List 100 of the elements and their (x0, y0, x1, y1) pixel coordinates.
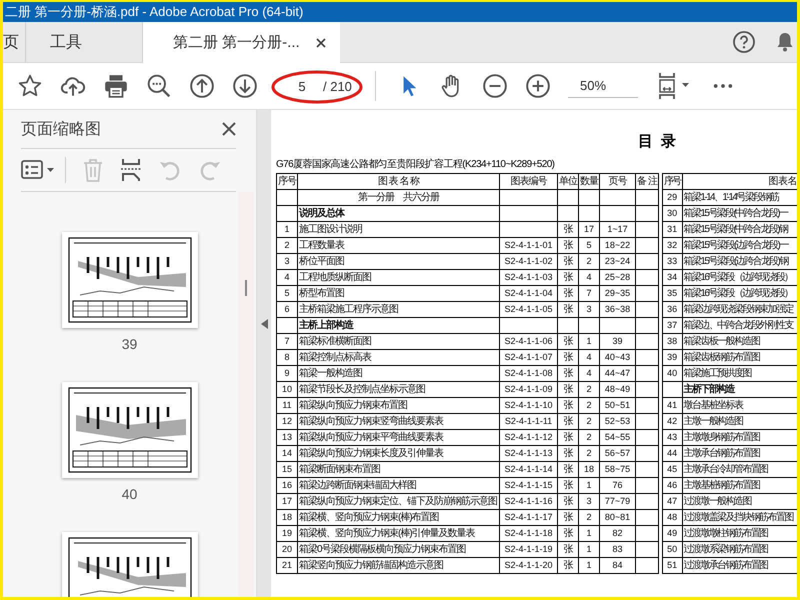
table-cell: 4 (586, 352, 592, 362)
table-cell: 箱梁0号梁段横隔板横向预应力钢束布置图 (299, 544, 466, 554)
page-number-field[interactable]: 5 (291, 78, 313, 94)
table-cell: 箱梁边、中跨合龙段外刚性支 (684, 320, 793, 330)
table-cell: 31 (667, 224, 678, 234)
magnifier-icon[interactable] (146, 73, 172, 99)
table-cell: 2 (586, 256, 592, 266)
table-cell: 5 (284, 288, 290, 298)
table-cell: 46 (667, 480, 678, 490)
table-cell: S2-4-1-1-12 (504, 432, 553, 442)
table-cell: 箱梁竖向预应力钢筋锚固构造示意图 (299, 560, 443, 570)
page-thumbnail[interactable] (62, 382, 198, 478)
page-count: / 210 (323, 78, 352, 94)
table-cell: 43 (667, 432, 678, 442)
page-number-label: 40 (122, 486, 138, 502)
page-thumbnail[interactable] (62, 232, 198, 328)
table-cell: S2-4-1-1-02 (504, 256, 553, 266)
table-cell: 8 (284, 352, 290, 362)
table-cell: 1 (586, 560, 592, 570)
table-cell: 工程地质纵断面图 (299, 272, 371, 282)
table-cell: 张 (564, 272, 572, 282)
column-header: 序号 (664, 176, 681, 186)
table-cell: 18 (584, 464, 594, 474)
collapse-handle-icon[interactable] (260, 318, 268, 328)
table-cell: S2-4-1-1-15 (504, 480, 553, 490)
table-cell: 2 (284, 240, 290, 250)
table-cell: 42 (667, 416, 678, 426)
table-cell: 35 (667, 288, 678, 298)
arrow-up-icon[interactable] (189, 73, 215, 99)
window-title: 二册 第一分册-桥涵.pdf - Adobe Acrobat Pro (64-bit) (5, 3, 304, 21)
table-cell: 21 (282, 560, 292, 570)
table-cell: 51 (667, 560, 678, 570)
table-cell: 13 (282, 432, 292, 442)
table-cell: 过渡墩墩柱钢筋布置图 (684, 528, 768, 538)
table-cell: 1 (586, 336, 592, 346)
table-cell: 25~28 (604, 272, 630, 282)
tab[interactable]: 第二册 第一分册-... (143, 22, 340, 63)
table-cell: S2-4-1-1-13 (504, 448, 553, 458)
table-cell: 4 (284, 272, 290, 282)
table-cell: 80~81 (604, 512, 630, 522)
table-cell: 张 (564, 560, 572, 570)
table-cell: 张 (564, 352, 572, 362)
table-cell: 张 (564, 288, 572, 298)
table-cell: S2-4-1-1-07 (504, 352, 553, 362)
table-cell: 箱梁齿板一般构造图 (684, 336, 760, 346)
table-cell: 45 (667, 464, 678, 474)
star-icon[interactable] (17, 73, 43, 99)
table-cell: 张 (564, 512, 572, 522)
table-cell: 5 (586, 240, 592, 250)
table-cell: 34 (667, 272, 678, 282)
column-header: 页号 (608, 176, 626, 186)
table-cell: 50 (667, 544, 678, 554)
table-cell: 50~51 (604, 400, 630, 410)
table-cell: 20 (282, 544, 292, 554)
table-cell: 29 (667, 192, 678, 202)
table-cell: 38 (667, 336, 678, 346)
table-cell: 18 (282, 512, 292, 522)
table-cell: 33 (667, 256, 678, 266)
print-icon[interactable] (103, 73, 129, 99)
table-cell: 主桥上部构造 (299, 320, 353, 330)
zoom-dropdown[interactable]: 50% (568, 74, 638, 98)
zoom-in-icon[interactable] (525, 73, 551, 99)
list-options-icon[interactable] (21, 158, 55, 182)
table-cell: 主墩承台钢筋布置图 (684, 448, 760, 458)
table-cell: 30 (667, 208, 678, 218)
bell-icon[interactable] (776, 31, 794, 53)
table-cell: 37 (667, 320, 678, 330)
table-cell: 箱梁横、竖向预应力钢束(棒)引伸量及数量表 (299, 528, 475, 538)
table-cell: 7 (586, 288, 592, 298)
table-cell: 3 (586, 496, 592, 506)
tab[interactable]: 页 (3, 22, 26, 62)
table-cell: 41 (667, 400, 678, 410)
insert-pages-icon[interactable] (120, 158, 142, 182)
table-cell: 张 (564, 464, 572, 474)
table-cell: 44~47 (604, 368, 630, 378)
close-icon[interactable] (316, 38, 326, 48)
table-cell: 箱梁一般构造图 (299, 368, 362, 378)
zoom-out-icon[interactable] (482, 73, 508, 99)
table-cell: 张 (564, 368, 572, 378)
table-cell: S2-4-1-1-18 (504, 528, 553, 538)
fit-page-icon[interactable] (656, 72, 692, 100)
table-cell: 14 (282, 448, 292, 458)
table-cell: 17 (584, 224, 594, 234)
table-cell: 40 (667, 368, 678, 378)
table-cell: 箱梁纵向预应力钢束长度及引伸量表 (299, 448, 443, 458)
table-cell: 23~24 (604, 256, 630, 266)
scrollbar-thumb[interactable] (245, 280, 247, 296)
close-icon[interactable] (222, 122, 236, 136)
table-cell: 施工图设计说明 (299, 224, 362, 234)
help-icon[interactable] (732, 30, 756, 54)
table-cell: 2 (586, 512, 592, 522)
table-cell: 主桥箱梁施工程序示意图 (299, 304, 398, 314)
table-cell: 39 (612, 336, 622, 346)
arrow-down-icon[interactable] (232, 73, 258, 99)
table-cell: 第一分册 共六分册 (358, 192, 439, 202)
table-cell: S2-4-1-1-16 (504, 496, 553, 506)
table-cell: 箱梁节段长及控制点坐标示意图 (299, 384, 425, 394)
table-cell: 箱梁15号梁段(中跨合龙段)钢 (684, 224, 788, 234)
table-cell: 40~43 (604, 352, 630, 362)
table-cell: 过渡墩系梁钢筋布置图 (684, 544, 768, 554)
